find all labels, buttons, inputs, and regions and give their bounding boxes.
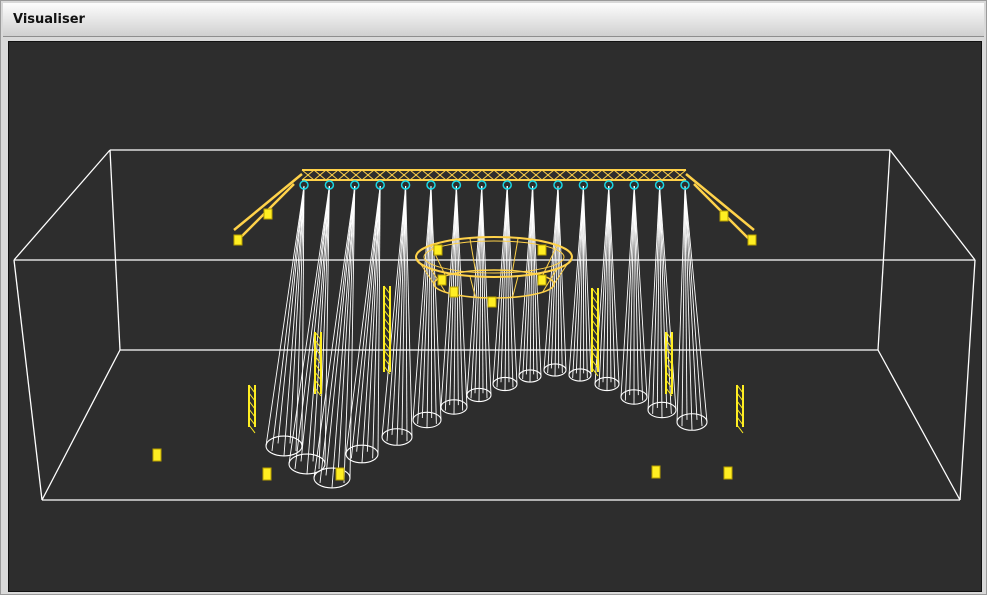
- circular-truss-hanger: [512, 237, 519, 271]
- room-front-edge: [959, 259, 976, 501]
- circular-truss-fixture: [487, 296, 497, 308]
- floor-fixture: [723, 466, 733, 480]
- beam-cone-wire: [288, 185, 330, 465]
- room-depth-edge: [13, 149, 111, 261]
- room-back-edge: [109, 149, 121, 351]
- circular-truss-fixture: [449, 286, 459, 298]
- beam-cone-wire: [633, 185, 644, 401]
- side-truss-fixture: [263, 208, 273, 220]
- visualiser-window: Visualiser: [0, 0, 987, 595]
- side-truss-fixture: [747, 234, 757, 246]
- beam-cone-wire: [568, 185, 584, 376]
- circular-truss-fixture: [437, 274, 447, 286]
- circular-truss-hanger: [469, 237, 476, 271]
- circular-truss-outer: [415, 236, 573, 278]
- room-depth-edge: [41, 349, 121, 501]
- floor-fixture: [262, 467, 272, 481]
- visualiser-viewport[interactable]: [8, 41, 982, 592]
- beam-cone-wire: [412, 185, 432, 421]
- side-truss-fixture: [719, 210, 729, 222]
- beam-cone-wire: [331, 185, 356, 488]
- beam-cone-wire: [575, 185, 584, 374]
- beam-cone-wire: [361, 185, 381, 463]
- beam-cone-wire: [421, 185, 432, 419]
- beam-cone-wire: [659, 185, 677, 411]
- beam-cone-wire: [684, 185, 703, 427]
- room-front-edge: [13, 259, 43, 501]
- room-back-edge: [877, 149, 891, 351]
- room-depth-edge: [889, 149, 976, 261]
- window-title: Visualiser: [13, 12, 85, 27]
- 3d-scene[interactable]: [9, 42, 982, 592]
- beam-cone-wire: [582, 185, 592, 376]
- beam-cone-wire: [350, 185, 381, 459]
- floor-fixture: [335, 467, 345, 481]
- beam-cone-wire: [430, 185, 442, 421]
- left-side-truss: [233, 173, 303, 231]
- beam-cone-wire: [283, 185, 305, 456]
- right-side-truss: [685, 173, 755, 231]
- circular-truss-fixture: [537, 274, 547, 286]
- beam-cone-wire: [271, 185, 305, 452]
- circular-truss-fixture: [537, 244, 547, 256]
- circular-truss-hanger: [512, 275, 519, 298]
- floor-fixture: [651, 465, 661, 479]
- floor-fixture: [152, 448, 162, 462]
- beam-cone-wire: [624, 185, 635, 401]
- side-truss-fixture: [233, 234, 243, 246]
- circular-truss-fixture: [433, 244, 443, 256]
- title-bar[interactable]: Visualiser: [3, 3, 984, 37]
- beam-cone-wire: [265, 185, 305, 447]
- room-depth-edge: [877, 349, 961, 501]
